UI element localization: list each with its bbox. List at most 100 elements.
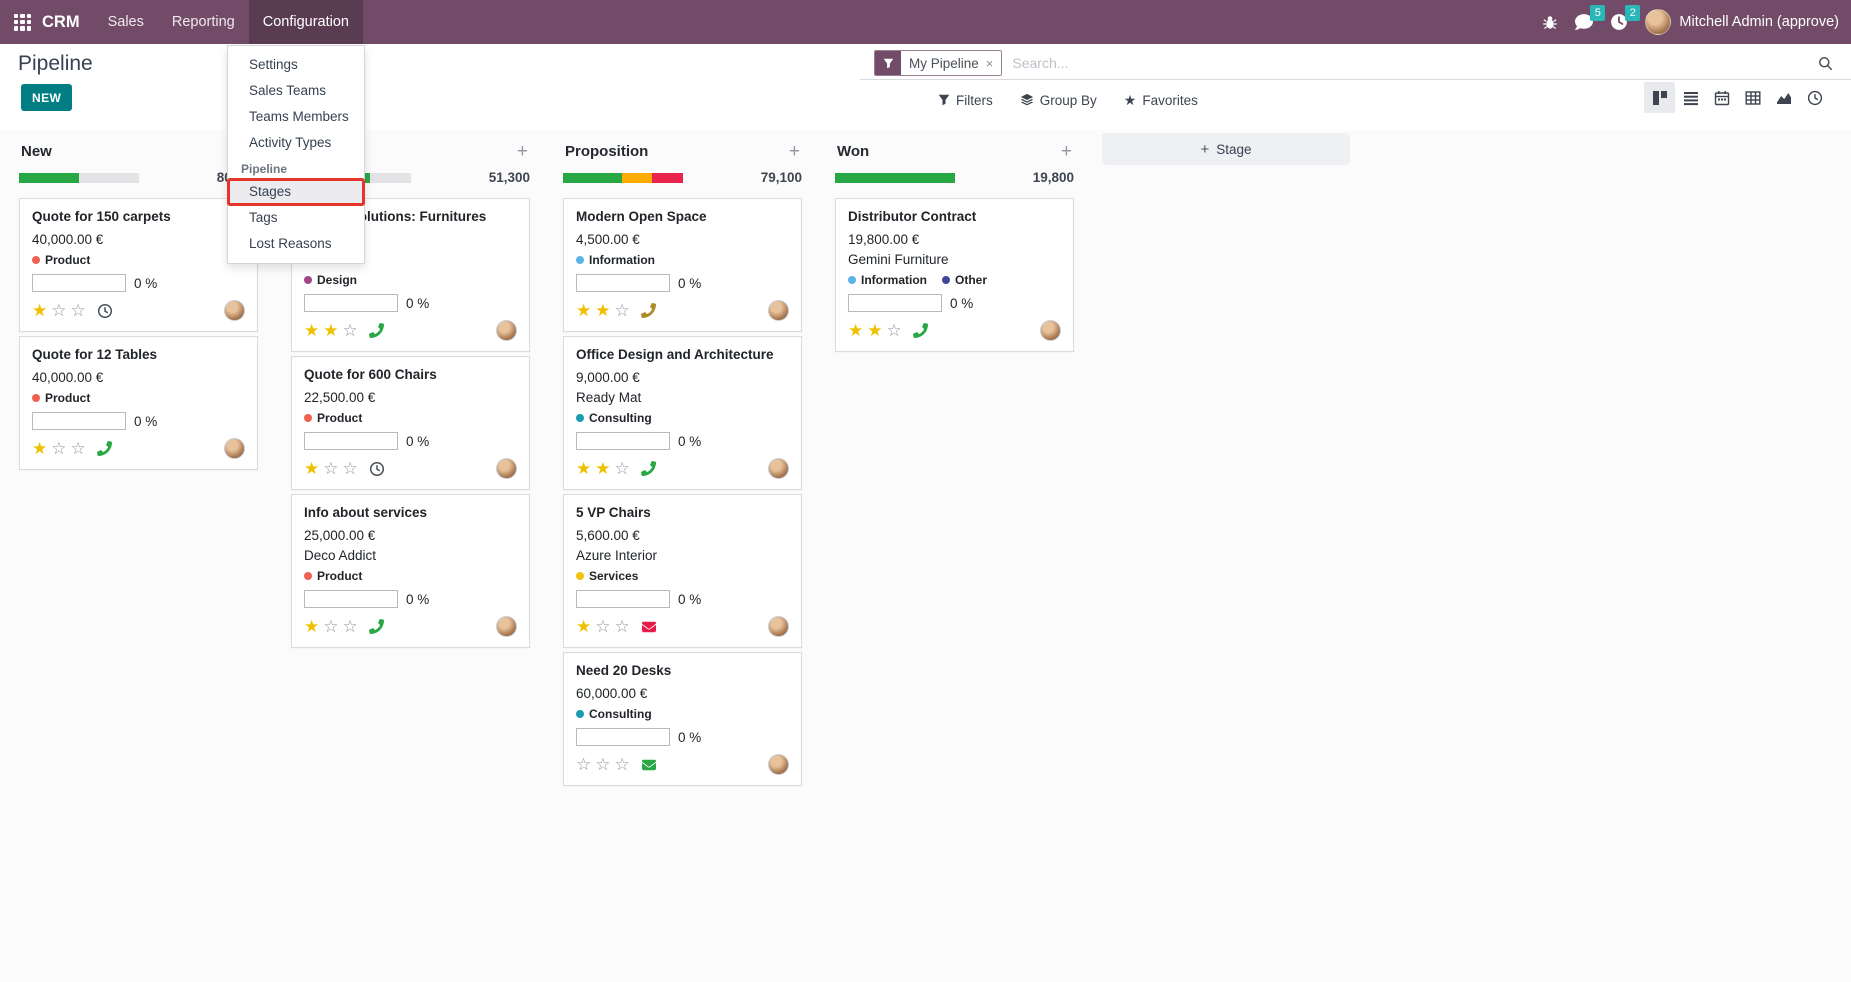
add-stage-button[interactable]: + Stage (1102, 133, 1350, 165)
probability-input[interactable] (848, 294, 942, 312)
kanban-card[interactable]: Quote for 150 carpets 40,000.00 € Produc… (19, 198, 258, 332)
star-icon[interactable]: ★ (595, 460, 610, 477)
phone-icon[interactable] (640, 303, 656, 318)
new-button[interactable]: NEW (21, 84, 73, 111)
star-icon[interactable]: ☆ (615, 756, 630, 773)
probability-input[interactable] (576, 728, 670, 746)
probability-input[interactable] (32, 274, 126, 292)
probability-input[interactable] (576, 274, 670, 292)
progressbar-segment[interactable] (652, 172, 683, 183)
kanban-card[interactable]: Info about services 25,000.00 € Deco Add… (291, 494, 530, 648)
avatar[interactable] (496, 458, 517, 479)
view-activity-button[interactable] (1799, 82, 1830, 113)
kanban-card[interactable]: Quote for 12 Tables 40,000.00 € Product … (19, 336, 258, 470)
star-icon[interactable]: ☆ (343, 322, 358, 339)
star-icon[interactable]: ☆ (323, 618, 338, 635)
star-icon[interactable]: ☆ (576, 756, 591, 773)
menu-item-teams-members[interactable]: Teams Members (228, 104, 364, 130)
phone-icon[interactable] (368, 619, 384, 634)
star-icon[interactable]: ☆ (887, 322, 902, 339)
add-record-icon[interactable]: + (1061, 142, 1072, 161)
star-icon[interactable]: ☆ (51, 302, 66, 319)
clock-icon[interactable] (97, 303, 113, 319)
avatar[interactable] (768, 458, 789, 479)
column-progressbar[interactable] (835, 172, 955, 183)
progressbar-segment[interactable] (563, 172, 622, 183)
apps-grid-icon[interactable] (14, 13, 31, 31)
progressbar-segment[interactable] (622, 172, 652, 183)
probability-input[interactable] (576, 590, 670, 608)
kanban-card[interactable]: Modern Open Space 4,500.00 € Information… (563, 198, 802, 332)
star-icon[interactable]: ☆ (343, 460, 358, 477)
column-progressbar[interactable] (563, 172, 683, 183)
star-icon[interactable]: ☆ (595, 618, 610, 635)
menu-item-tags[interactable]: Tags (228, 205, 364, 231)
search-facet[interactable]: My Pipeline × (874, 50, 1003, 76)
avatar[interactable] (1040, 320, 1061, 341)
debug-bug-icon[interactable] (1542, 14, 1558, 30)
phone-icon[interactable] (912, 323, 928, 338)
kanban-card[interactable]: 5 VP Chairs 5,600.00 € Azure Interior Se… (563, 494, 802, 648)
star-icon[interactable]: ★ (576, 302, 591, 319)
avatar[interactable] (768, 754, 789, 775)
menu-item-sales-teams[interactable]: Sales Teams (228, 78, 364, 104)
view-graph-button[interactable] (1768, 82, 1799, 113)
user-menu[interactable]: Mitchell Admin (approve) (1645, 9, 1839, 35)
filters-button[interactable]: Filters (938, 93, 993, 108)
messages-icon[interactable]: 5 (1575, 5, 1606, 31)
progressbar-segment[interactable] (19, 172, 79, 183)
envelope-icon[interactable] (641, 620, 657, 634)
view-list-button[interactable] (1675, 82, 1706, 113)
clock-icon[interactable] (369, 461, 385, 477)
search-bar[interactable]: My Pipeline × (860, 47, 1851, 80)
avatar[interactable] (224, 438, 245, 459)
star-icon[interactable]: ☆ (323, 460, 338, 477)
menu-item-settings[interactable]: Settings (228, 52, 364, 78)
group-by-button[interactable]: Group By (1020, 93, 1097, 108)
add-record-icon[interactable]: + (517, 142, 528, 161)
star-icon[interactable]: ★ (576, 618, 591, 635)
avatar[interactable] (224, 300, 245, 321)
avatar[interactable] (768, 300, 789, 321)
star-icon[interactable]: ★ (848, 322, 863, 339)
phone-icon[interactable] (368, 323, 384, 338)
probability-input[interactable] (32, 412, 126, 430)
star-icon[interactable]: ☆ (51, 440, 66, 457)
avatar[interactable] (496, 616, 517, 637)
avatar[interactable] (496, 320, 517, 341)
star-icon[interactable]: ★ (867, 322, 882, 339)
search-icon[interactable] (1818, 56, 1833, 71)
kanban-card[interactable]: Need 20 Desks 60,000.00 € Consulting 0 %… (563, 652, 802, 786)
column-progressbar[interactable] (19, 172, 139, 183)
star-icon[interactable]: ★ (304, 322, 319, 339)
search-input[interactable] (1012, 55, 1818, 71)
menu-item-activity-types[interactable]: Activity Types (228, 130, 364, 156)
kanban-card[interactable]: Distributor Contract 19,800.00 € Gemini … (835, 198, 1074, 352)
star-icon[interactable]: ★ (304, 618, 319, 635)
app-name[interactable]: CRM (42, 13, 80, 32)
favorites-button[interactable]: ★ Favorites (1124, 92, 1198, 109)
nav-item-reporting[interactable]: Reporting (158, 0, 249, 44)
probability-input[interactable] (304, 294, 398, 312)
add-record-icon[interactable]: + (789, 142, 800, 161)
envelope-icon[interactable] (641, 758, 657, 772)
star-icon[interactable]: ★ (32, 302, 47, 319)
menu-item-lost-reasons[interactable]: Lost Reasons (228, 231, 364, 257)
menu-item-stages[interactable]: Stages (227, 178, 365, 206)
star-icon[interactable]: ☆ (595, 756, 610, 773)
star-icon[interactable]: ☆ (615, 460, 630, 477)
activities-clock-icon[interactable]: 2 (1610, 5, 1641, 31)
avatar[interactable] (768, 616, 789, 637)
star-icon[interactable]: ☆ (71, 302, 86, 319)
view-calendar-button[interactable] (1706, 82, 1737, 113)
nav-item-sales[interactable]: Sales (94, 0, 158, 44)
facet-remove-icon[interactable]: × (986, 56, 994, 71)
star-icon[interactable]: ☆ (615, 618, 630, 635)
progressbar-segment[interactable] (835, 172, 955, 183)
view-pivot-button[interactable] (1737, 82, 1768, 113)
star-icon[interactable]: ★ (595, 302, 610, 319)
probability-input[interactable] (304, 590, 398, 608)
star-icon[interactable]: ★ (576, 460, 591, 477)
star-icon[interactable]: ☆ (71, 440, 86, 457)
probability-input[interactable] (576, 432, 670, 450)
